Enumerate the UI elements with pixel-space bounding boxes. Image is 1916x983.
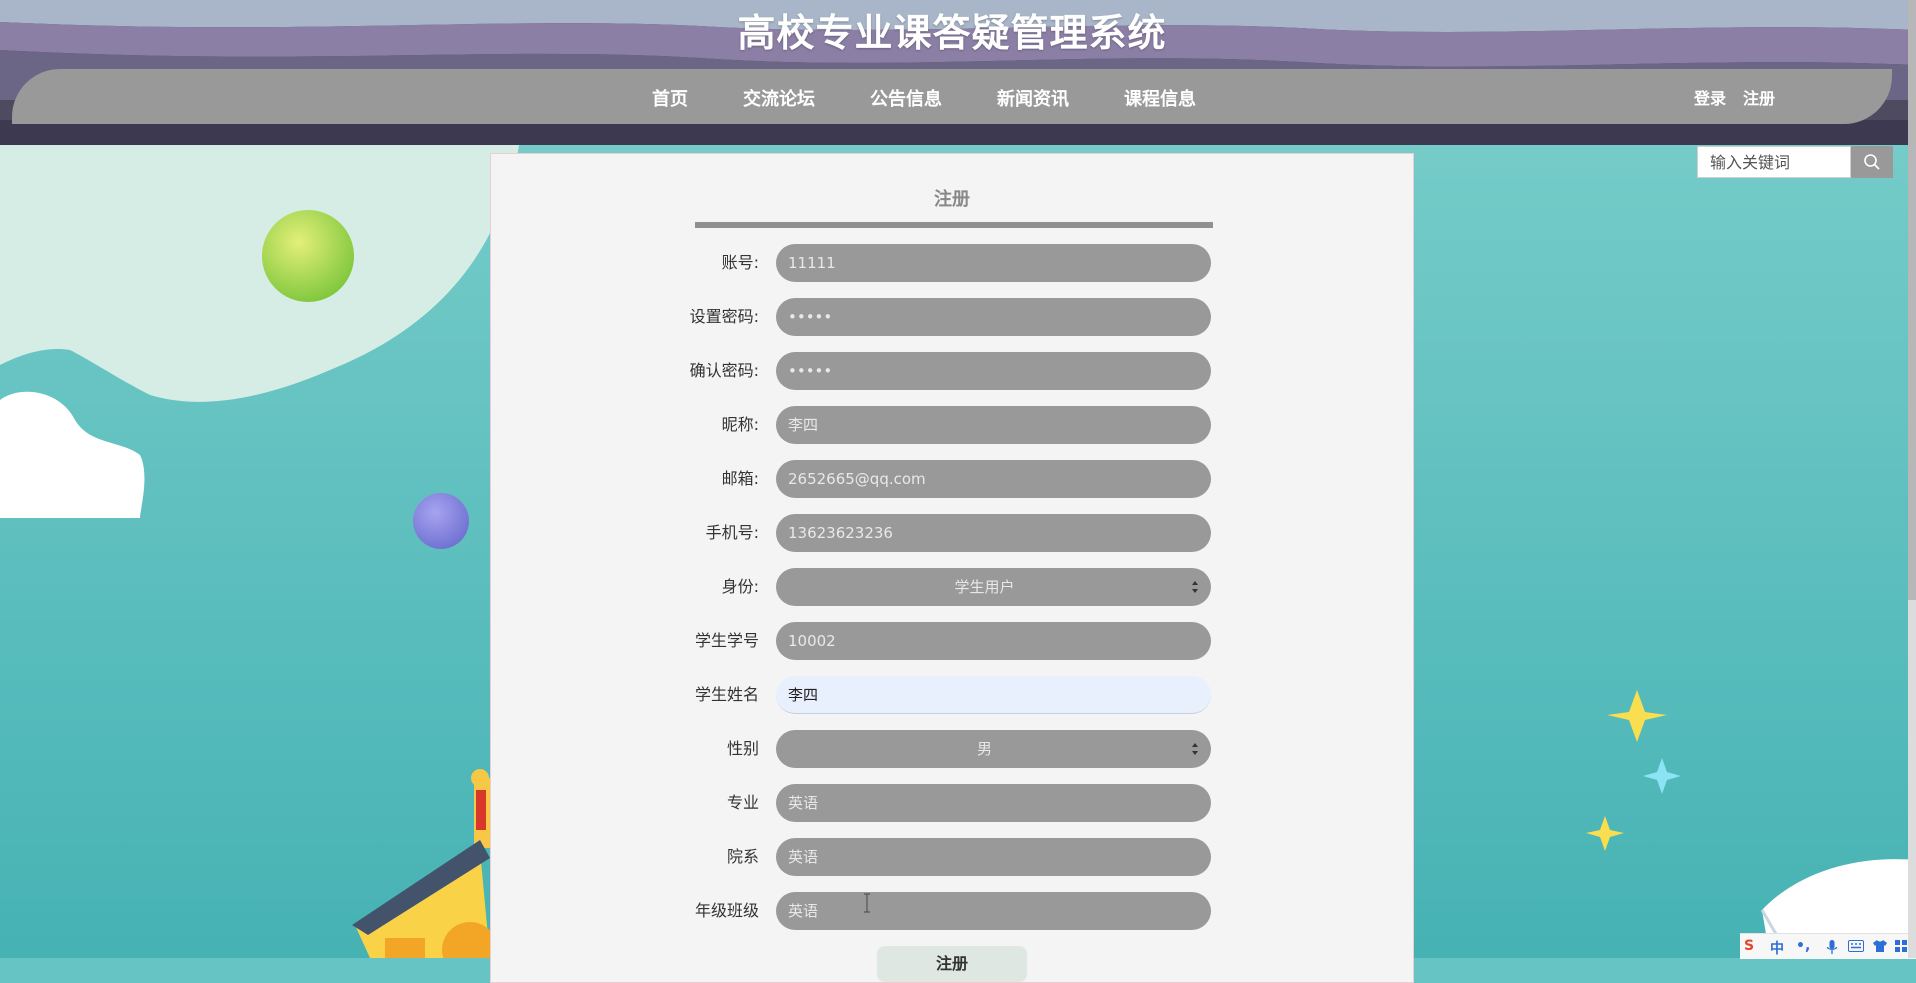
page-scrollbar[interactable]	[1908, 0, 1916, 958]
form-row-department: 院系 英语	[491, 838, 1413, 876]
form-row-class: 年级班级 英语	[491, 892, 1413, 930]
ime-toolbar: S 中 •,	[1740, 933, 1916, 959]
form-row-student-id: 学生学号 10002	[491, 622, 1413, 660]
form-row-email: 邮箱: 2652665@qq.com	[491, 460, 1413, 498]
scrollbar-thumb[interactable]	[1908, 0, 1916, 600]
student-id-input[interactable]: 10002	[776, 622, 1211, 660]
class-input[interactable]: 英语	[776, 892, 1211, 930]
search-input[interactable]	[1697, 146, 1851, 178]
password-input[interactable]: •••••	[776, 298, 1211, 336]
ime-mode-toggle[interactable]: 中	[1770, 938, 1784, 958]
nav-item-home[interactable]: 首页	[652, 85, 688, 111]
form-row-role: 身份: 学生用户	[491, 568, 1413, 606]
search-button[interactable]	[1851, 146, 1893, 178]
form-row-password: 设置密码: •••••	[491, 298, 1413, 336]
account-label: 账号:	[721, 253, 759, 272]
form-row-student-name: 学生姓名 李四	[491, 676, 1413, 714]
text-cursor-icon	[864, 893, 870, 913]
email-label: 邮箱:	[721, 469, 759, 488]
select-arrows-icon	[1192, 743, 1198, 755]
role-label: 身份:	[721, 577, 759, 596]
role-select[interactable]: 学生用户	[776, 568, 1211, 606]
register-submit-button[interactable]: 注册	[877, 946, 1027, 982]
site-header: 高校专业课答疑管理系统 首页 交流论坛 公告信息 新闻资讯 课程信息 登录 注册	[0, 0, 1916, 145]
form-row-phone: 手机号: 13623623236	[491, 514, 1413, 552]
nav-item-courses[interactable]: 课程信息	[1124, 85, 1196, 111]
form-title: 注册	[934, 189, 970, 210]
form-row-nickname: 昵称: 李四	[491, 406, 1413, 444]
role-select-value: 学生用户	[954, 578, 1015, 596]
shirt-icon[interactable]	[1872, 939, 1888, 953]
submit-area: 注册	[877, 946, 1027, 982]
keyboard-icon[interactable]	[1848, 940, 1864, 952]
phone-input[interactable]: 13623623236	[776, 514, 1211, 552]
register-link[interactable]: 注册	[1743, 85, 1775, 109]
mic-icon[interactable]	[1826, 939, 1838, 955]
site-title: 高校专业课答疑管理系统	[737, 11, 1167, 55]
major-input[interactable]: 英语	[776, 784, 1211, 822]
form-row-confirm-password: 确认密码: •••••	[491, 352, 1413, 390]
major-label: 专业	[726, 793, 759, 812]
nav-item-news[interactable]: 新闻资讯	[997, 85, 1069, 111]
register-panel: 注册 账号: 11111 设置密码: ••••• 确认密码: ••••• 昵称:…	[490, 153, 1414, 983]
grid-icon[interactable]	[1894, 939, 1908, 953]
title-divider	[695, 222, 1213, 228]
main-navbar: 首页 交流论坛 公告信息 新闻资讯 课程信息 登录 注册	[12, 69, 1892, 124]
confirm-password-label: 确认密码:	[689, 361, 759, 380]
nickname-input[interactable]: 李四	[776, 406, 1211, 444]
form-row-account: 账号: 11111	[491, 244, 1413, 282]
nav-list: 首页 交流论坛 公告信息 新闻资讯 课程信息 登录 注册	[12, 69, 1892, 124]
department-label: 院系	[726, 847, 759, 866]
student-name-label: 学生姓名	[694, 685, 759, 704]
form-row-major: 专业 英语	[491, 784, 1413, 822]
login-link[interactable]: 登录	[1694, 85, 1726, 109]
ime-brand-icon[interactable]: S	[1744, 938, 1754, 954]
search-icon	[1864, 154, 1880, 170]
department-input[interactable]: 英语	[776, 838, 1211, 876]
confirm-password-input[interactable]: •••••	[776, 352, 1211, 390]
gender-select-value: 男	[976, 740, 992, 758]
email-input[interactable]: 2652665@qq.com	[776, 460, 1211, 498]
student-name-input[interactable]: 李四	[776, 676, 1211, 714]
phone-label: 手机号:	[705, 523, 759, 542]
gender-select[interactable]: 男	[776, 730, 1211, 768]
select-arrows-icon	[1192, 581, 1198, 593]
nav-item-announcements[interactable]: 公告信息	[870, 85, 942, 111]
search-box	[1697, 146, 1893, 178]
form-row-gender: 性别 男	[491, 730, 1413, 768]
account-input[interactable]: 11111	[776, 244, 1211, 282]
ime-punctuation-toggle[interactable]: •,	[1796, 938, 1810, 954]
nav-item-forum[interactable]: 交流论坛	[743, 85, 815, 111]
password-label: 设置密码:	[689, 307, 759, 326]
nickname-label: 昵称:	[721, 415, 759, 434]
gender-label: 性别	[726, 739, 759, 758]
student-id-label: 学生学号	[694, 631, 759, 650]
class-label: 年级班级	[694, 901, 759, 920]
